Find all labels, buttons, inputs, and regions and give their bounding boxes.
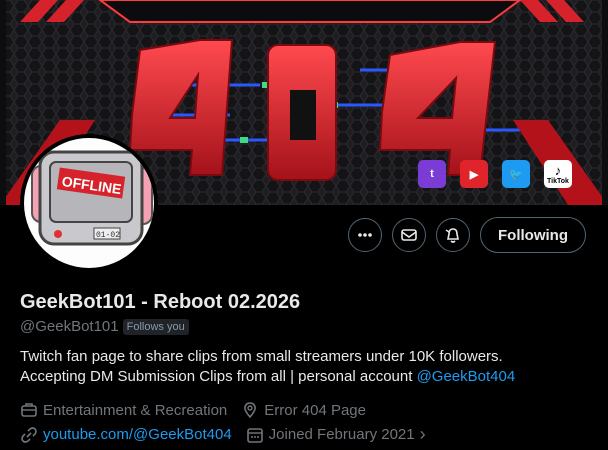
location-pin-icon: [244, 402, 257, 419]
avatar-tag-text: 01-02: [96, 231, 120, 240]
avatar[interactable]: OFFLINE 01-02: [20, 134, 158, 272]
username-handle: @GeekBot101: [20, 318, 119, 335]
profile-actions: Following: [348, 217, 586, 253]
notifications-button[interactable]: [436, 218, 471, 252]
more-button[interactable]: [348, 218, 383, 252]
more-dots-icon: [358, 233, 372, 237]
bio-mention-link[interactable]: @GeekBot404: [417, 368, 516, 385]
location-item: Error 404 Page: [241, 401, 366, 419]
bio-line-1: Twitch fan page to share clips from smal…: [20, 348, 503, 365]
handle-row: @GeekBot101 Follows you: [20, 318, 189, 335]
website-item[interactable]: youtube.com/@GeekBot404: [20, 424, 232, 445]
following-button[interactable]: Following: [480, 217, 586, 253]
youtube-icon: ▶: [460, 160, 488, 188]
banner-social-icons: t ▶ 🐦 ♪ TikTok: [418, 160, 572, 188]
display-name: GeekBot101 - Reboot 02.2026: [20, 291, 301, 313]
profile-meta-row-1: Entertainment & Recreation Error 404 Pag…: [20, 401, 366, 419]
location-text: Error 404 Page: [264, 401, 366, 419]
tiktok-glyph: ♪: [554, 163, 562, 178]
bell-plus-icon: [445, 228, 459, 243]
banner-right-edge: [602, 0, 608, 205]
message-button[interactable]: [392, 218, 427, 252]
bio-line-2-text: Accepting DM Submission Clips from all |…: [20, 368, 417, 385]
offline-tv-illustration: OFFLINE 01-02: [31, 150, 153, 246]
joined-item[interactable]: Joined February 2021 ›: [246, 424, 426, 445]
chevron-right-icon: ›: [419, 424, 426, 444]
profile-bio: Twitch fan page to share clips from smal…: [20, 347, 580, 387]
profile-meta-row-2: youtube.com/@GeekBot404 Joined February …: [20, 424, 426, 445]
tiktok-label: TikTok: [547, 178, 569, 185]
twitch-icon: t: [418, 160, 446, 188]
tiktok-icon: ♪ TikTok: [544, 160, 572, 188]
twitter-icon: 🐦: [502, 160, 530, 188]
category-item: Entertainment & Recreation: [20, 401, 227, 419]
avatar-image: OFFLINE 01-02: [24, 138, 154, 268]
category-text: Entertainment & Recreation: [43, 401, 228, 419]
link-icon: [21, 426, 37, 443]
website-link[interactable]: youtube.com/@GeekBot404: [43, 426, 232, 443]
bio-line-2: Accepting DM Submission Clips from all |…: [20, 367, 580, 387]
joined-text: Joined February 2021: [268, 426, 415, 443]
envelope-icon: [401, 229, 417, 241]
calendar-icon: [246, 427, 263, 443]
briefcase-icon: [21, 403, 37, 417]
follows-you-badge: Follows you: [122, 318, 189, 335]
banner-left-edge: [0, 0, 6, 205]
